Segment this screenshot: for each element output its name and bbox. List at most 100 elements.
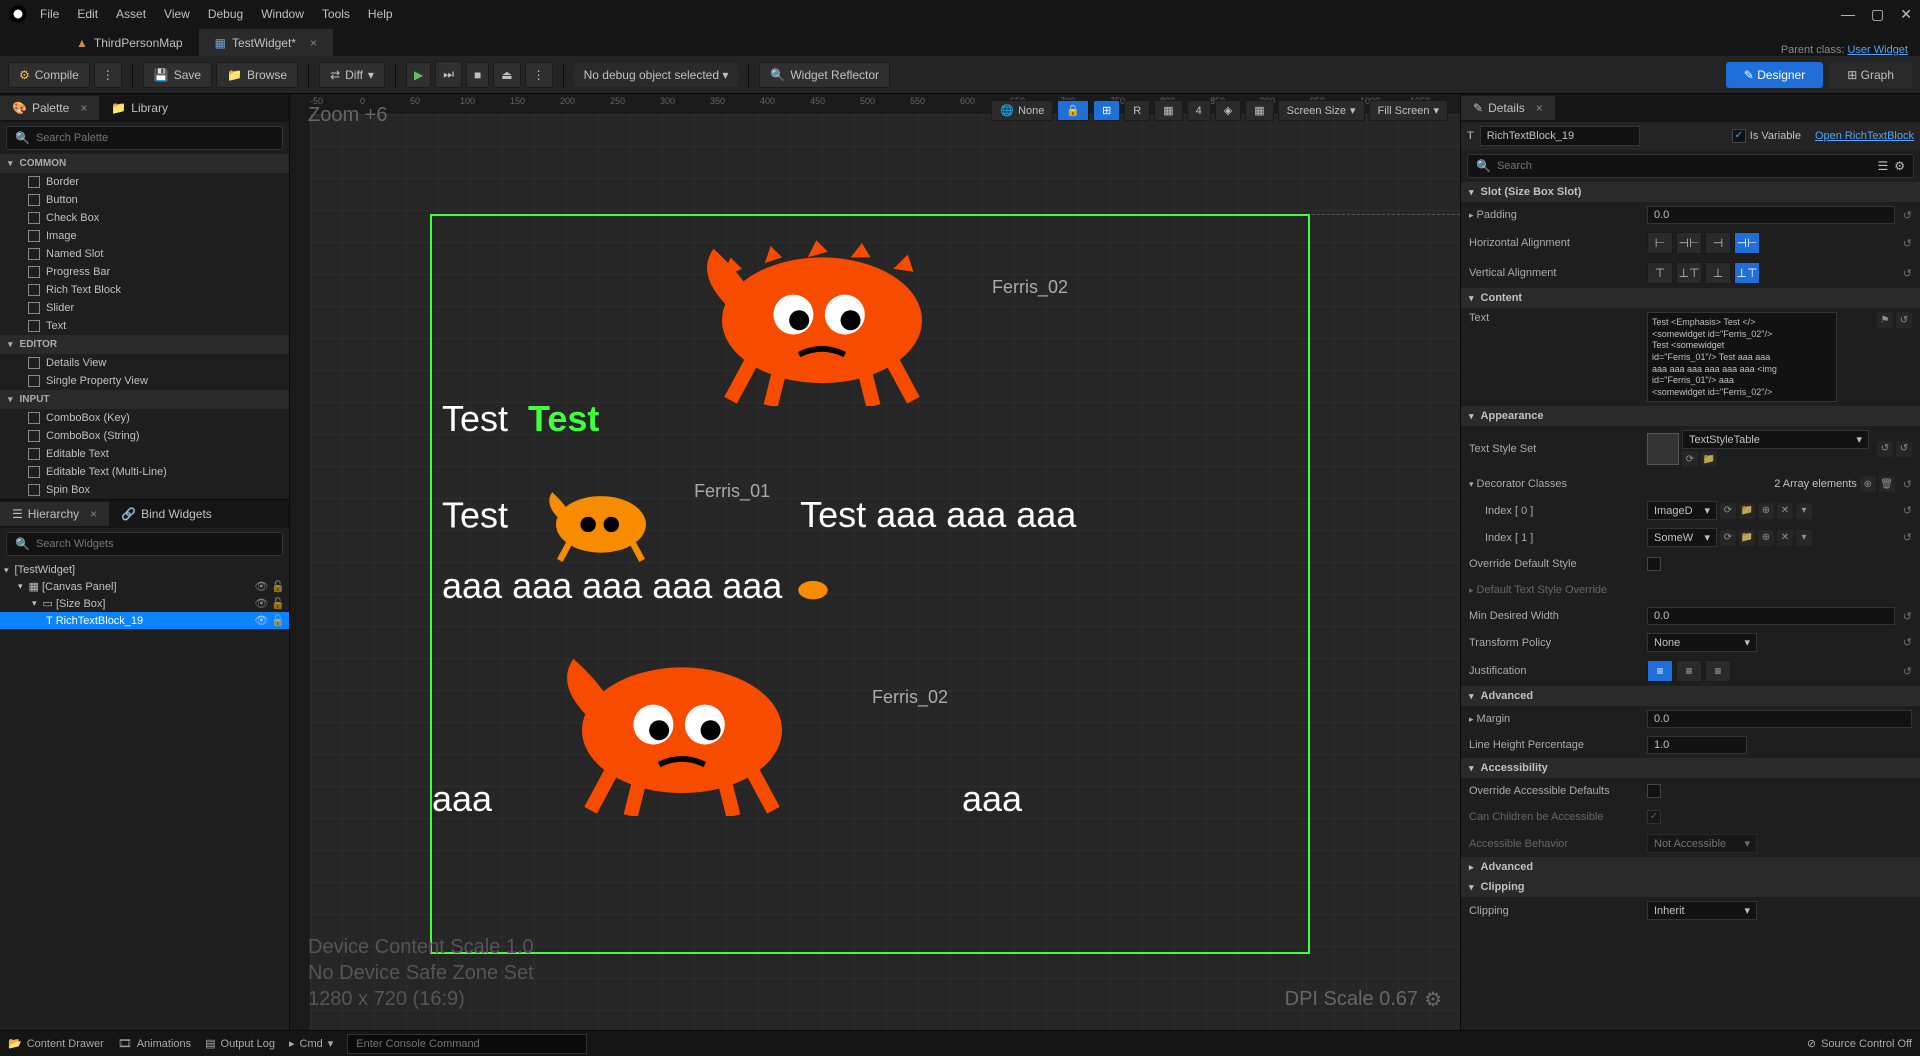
eye-icon[interactable]: 👁 (254, 597, 268, 610)
hierarchy-search-input[interactable] (36, 538, 274, 550)
minimize-icon[interactable]: ― (1841, 6, 1855, 23)
eye-icon[interactable]: 👁 (254, 614, 268, 627)
palette-item[interactable]: Text (0, 317, 289, 335)
trash-icon[interactable]: 🗑 (1879, 476, 1895, 492)
reset-icon[interactable]: ↺ (1903, 504, 1912, 517)
console-input[interactable] (347, 1034, 587, 1054)
palette-item[interactable]: Editable Text (Multi-Line) (0, 463, 289, 481)
content-drawer-button[interactable]: 📂Content Drawer (8, 1037, 104, 1050)
chevron-down-icon[interactable]: ▾ (1796, 530, 1812, 546)
close-icon[interactable]: ✕ (1900, 6, 1912, 23)
menu-window[interactable]: Window (261, 7, 304, 21)
grid-button[interactable]: ▦ (1154, 100, 1182, 121)
valign-top-button[interactable]: ⊤ (1647, 262, 1673, 284)
widget-name-input[interactable] (1480, 126, 1640, 146)
menu-help[interactable]: Help (368, 7, 393, 21)
cmd-dropdown[interactable]: ▸Cmd ▾ (289, 1037, 333, 1050)
clear-icon[interactable]: ✕ (1777, 530, 1793, 546)
category-common[interactable]: COMMON (0, 154, 289, 173)
justify-center-button[interactable]: ≡ (1676, 660, 1702, 682)
eject-button[interactable]: ⏏ (493, 62, 520, 88)
details-search-input[interactable] (1497, 160, 1872, 172)
section-advanced[interactable]: Advanced (1461, 686, 1920, 706)
compile-button[interactable]: ⚙Compile (8, 62, 90, 88)
text-style-dropdown[interactable]: TextStyleTable▾ (1682, 430, 1869, 449)
valign-fill-button[interactable]: ⊥⊤ (1734, 262, 1760, 284)
browse-icon[interactable]: 📁 (1739, 503, 1755, 519)
save-button[interactable]: 💾Save (143, 62, 212, 88)
menu-tools[interactable]: Tools (322, 7, 350, 21)
palette-item[interactable]: Check Box (0, 209, 289, 227)
details-search[interactable]: 🔍 ☰ ⚙ (1467, 154, 1914, 178)
reset-icon[interactable]: ↺ (1903, 531, 1912, 544)
close-icon[interactable]: × (90, 507, 97, 521)
palette-item[interactable]: Spin Box (0, 481, 289, 499)
section-content[interactable]: Content (1461, 288, 1920, 308)
compile-options-button[interactable]: ⋮ (94, 62, 122, 88)
override-default-checkbox[interactable] (1647, 557, 1661, 571)
section-accessibility[interactable]: Accessibility (1461, 758, 1920, 778)
palette-item[interactable]: Border (0, 173, 289, 191)
gear-icon[interactable]: ⚙ (1894, 159, 1905, 173)
palette-item[interactable]: Named Slot (0, 245, 289, 263)
debug-object-selector[interactable]: No debug object selected ▾ (574, 63, 739, 87)
chevron-down-icon[interactable]: ▾ (1796, 503, 1812, 519)
grid-num-button[interactable]: 4 (1187, 100, 1211, 121)
reset-icon[interactable]: ↺ (1903, 237, 1912, 250)
palette-item[interactable]: ComboBox (String) (0, 427, 289, 445)
skip-button[interactable]: ⏭ (435, 61, 462, 88)
reset-icon[interactable]: ↺ (1903, 665, 1912, 678)
justify-right-button[interactable]: ≡ (1705, 660, 1731, 682)
text-textarea[interactable]: Test <Emphasis> Test </> <somewidget id=… (1647, 312, 1837, 402)
menu-debug[interactable]: Debug (208, 7, 243, 21)
library-tab[interactable]: 📁Library (99, 96, 180, 120)
extra-button[interactable]: ⋮ (525, 62, 553, 88)
section-clipping[interactable]: Clipping (1461, 877, 1920, 897)
reset-icon[interactable]: ↺ (1903, 267, 1912, 280)
align-left-button[interactable]: ⊢ (1647, 232, 1673, 254)
align-fill-button[interactable]: ⊣⊢ (1734, 232, 1760, 254)
palette-search[interactable]: 🔍 (6, 126, 283, 150)
graph-tab[interactable]: ⊞ Graph (1829, 62, 1912, 88)
palette-item[interactable]: Rich Text Block (0, 281, 289, 299)
r-button[interactable]: R (1124, 100, 1150, 121)
category-input[interactable]: INPUT (0, 390, 289, 409)
output-log-button[interactable]: ▤Output Log (205, 1037, 275, 1050)
hierarchy-tab[interactable]: ☰Hierarchy× (0, 502, 109, 526)
browse-icon[interactable]: 📁 (1739, 530, 1755, 546)
source-control-button[interactable]: ⊘Source Control Off (1807, 1037, 1912, 1050)
designer-canvas[interactable]: -500501001502002503003504004505005506006… (290, 94, 1460, 1030)
diff-button[interactable]: ⇄Diff▾ (319, 62, 385, 88)
close-icon[interactable]: × (80, 101, 87, 115)
menu-view[interactable]: View (164, 7, 190, 21)
widget-reflector-button[interactable]: 🔍Widget Reflector (759, 62, 890, 88)
reset-icon[interactable]: ↺ (1877, 441, 1893, 457)
palette-item[interactable]: Details View (0, 354, 289, 372)
category-editor[interactable]: EDITOR (0, 335, 289, 354)
tree-item-root[interactable]: [TestWidget] (0, 562, 289, 578)
outline-button[interactable]: ◈ (1215, 100, 1241, 121)
designer-tab[interactable]: ✎ Designer (1726, 62, 1823, 88)
animations-button[interactable]: 🎞Animations (118, 1037, 191, 1050)
transform-dropdown[interactable]: None▾ (1647, 633, 1757, 652)
close-icon[interactable]: × (1536, 101, 1543, 115)
valign-bottom-button[interactable]: ⊥ (1705, 262, 1731, 284)
fill-screen-button[interactable]: Fill Screen ▾ (1369, 100, 1449, 121)
reset-icon[interactable]: ↺ (1903, 610, 1912, 623)
tab-thirdpersonmap[interactable]: ▲ ThirdPersonMap (60, 29, 199, 56)
lock-button[interactable]: 🔒 (1057, 100, 1089, 121)
use-icon[interactable]: ⟳ (1720, 503, 1736, 519)
stop-button[interactable]: ■ (466, 62, 489, 88)
reset-icon[interactable]: ↺ (1903, 478, 1912, 491)
play-button[interactable]: ▶ (406, 62, 431, 88)
loc-preview-button[interactable]: ▦ (1245, 100, 1273, 121)
menu-file[interactable]: File (40, 7, 59, 21)
clipping-dropdown[interactable]: Inherit▾ (1647, 901, 1757, 920)
parent-class-link[interactable]: User Widget (1847, 44, 1908, 56)
palette-item[interactable]: Button (0, 191, 289, 209)
valign-center-button[interactable]: ⊥⊤ (1676, 262, 1702, 284)
palette-item[interactable]: Progress Bar (0, 263, 289, 281)
is-variable-checkbox[interactable] (1732, 129, 1746, 143)
palette-search-input[interactable] (36, 132, 274, 144)
details-tab[interactable]: ✎Details× (1461, 96, 1555, 120)
